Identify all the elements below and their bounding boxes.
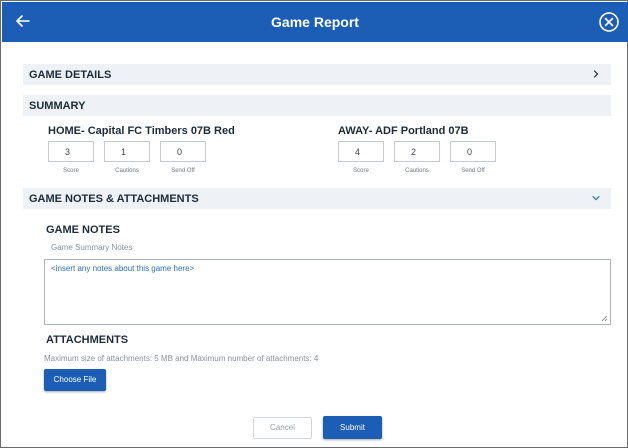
page-title: Game Report <box>271 14 359 30</box>
submit-button[interactable]: Submit <box>323 416 382 439</box>
away-score-caption: Score <box>353 168 369 174</box>
resize-handle-icon[interactable] <box>601 315 608 322</box>
header-bar: Game Report <box>2 2 628 42</box>
game-notes-title: GAME NOTES <box>46 224 120 236</box>
away-cautions-input[interactable]: 2 <box>394 141 440 162</box>
home-send-off-input[interactable]: 0 <box>160 141 206 162</box>
away-score-input[interactable]: 4 <box>338 141 384 162</box>
game-notes-text: <insert any notes about this game here> <box>51 264 195 273</box>
chevron-right-icon <box>593 70 599 78</box>
home-send-off-caption: Send Off <box>171 168 195 174</box>
summary-label: SUMMARY <box>29 100 86 112</box>
attachments-title: ATTACHMENTS <box>46 334 129 346</box>
attachments-hint: Maximum size of attachments: 5 MB and Ma… <box>44 354 319 363</box>
home-team-title: HOME- Capital FC Timbers 07B Red <box>48 125 235 137</box>
game-notes-textarea[interactable]: <insert any notes about this game here> <box>44 259 611 325</box>
chevron-down-icon <box>592 195 600 201</box>
home-cautions-input[interactable]: 1 <box>104 141 150 162</box>
away-send-off-caption: Send Off <box>461 168 485 174</box>
game-notes-label: Game Summary Notes <box>51 243 133 252</box>
choose-file-button[interactable]: Choose File <box>44 369 106 391</box>
away-cautions-caption: Cautions <box>405 168 429 174</box>
game-report-window: Game Report GAME DETAILS SUMMARY HOME- C… <box>0 0 628 448</box>
away-send-off-input[interactable]: 0 <box>450 141 496 162</box>
away-team-title: AWAY- ADF Portland 07B <box>338 125 469 137</box>
close-circle-icon[interactable] <box>598 11 620 33</box>
game-details-label: GAME DETAILS <box>29 69 112 81</box>
home-score-caption: Score <box>63 168 79 174</box>
game-details-section-header[interactable]: GAME DETAILS <box>23 64 611 85</box>
home-score-input[interactable]: 3 <box>48 141 94 162</box>
notes-attachments-label: GAME NOTES & ATTACHMENTS <box>29 193 199 205</box>
summary-section-header: SUMMARY <box>23 95 611 116</box>
cancel-button[interactable]: Cancel <box>253 417 312 439</box>
notes-attachments-section-header[interactable]: GAME NOTES & ATTACHMENTS <box>23 188 611 209</box>
home-cautions-caption: Cautions <box>115 168 139 174</box>
